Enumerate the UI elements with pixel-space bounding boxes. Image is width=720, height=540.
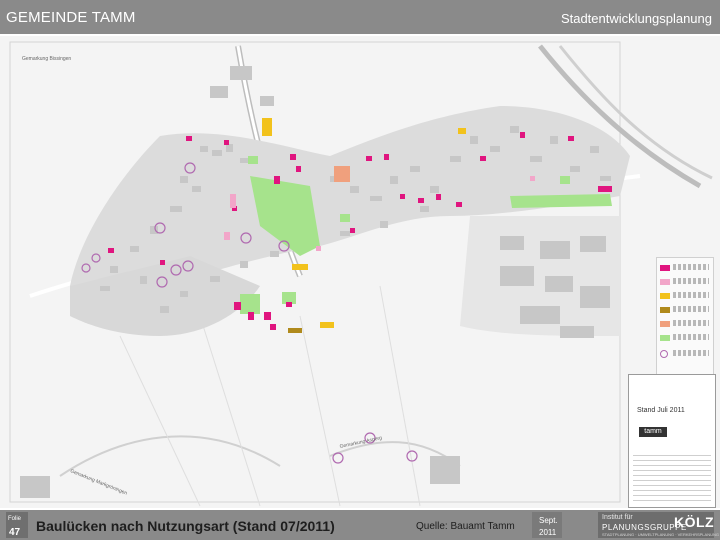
place-label-bissingen: Gemarkung Bissingen <box>22 56 71 62</box>
legend-item <box>660 350 712 360</box>
legend-swatch <box>660 335 670 341</box>
plan-title-block: Stand Juli 2011 tamm <box>628 374 716 508</box>
legend-swatch <box>660 321 670 327</box>
date-year: 2011 <box>539 528 557 537</box>
legend-item <box>660 292 712 302</box>
legend-item <box>660 334 712 344</box>
plan-date: Stand Juli 2011 <box>637 407 685 414</box>
legend-swatch <box>660 265 670 271</box>
planner-logo-line1: Institut für <box>602 514 633 521</box>
source-note: Quelle: Bauamt Tamm <box>416 521 515 532</box>
slide-number-label: Folie <box>8 516 22 522</box>
infill-industrial <box>288 328 302 333</box>
map-drawing: Gemarkung Bissingen Gemarkung Asperg Gem… <box>0 36 720 508</box>
legend-item <box>660 306 712 316</box>
date-month: Sept. <box>539 516 558 525</box>
department-title: Stadtentwicklungsplanung <box>560 11 712 26</box>
legend-item <box>660 278 712 288</box>
slide-title: Baulücken nach Nutzungsart (Stand 07/201… <box>36 518 335 534</box>
legend-item <box>660 264 712 274</box>
planner-logo-line3: STADTPLANUNG · UMWELTPLANUNG · VERKEHRSP… <box>602 532 719 537</box>
legend-swatch <box>660 307 670 313</box>
header-bar: GEMEINDE TAMM Stadtentwicklungsplanung <box>0 0 720 34</box>
org-title: GEMEINDE TAMM <box>6 9 136 26</box>
title-block-table <box>633 451 711 501</box>
slide-number: 47 <box>9 527 21 538</box>
legend-swatch <box>660 279 670 285</box>
legend-swatch <box>660 350 668 358</box>
tamm-logo: tamm <box>639 427 667 437</box>
legend-item <box>660 320 712 330</box>
map-image: Gemarkung Bissingen Gemarkung Asperg Gem… <box>0 36 720 508</box>
infill-community <box>334 166 350 182</box>
map-legend <box>656 257 714 377</box>
legend-swatch <box>660 293 670 299</box>
planner-logo-kolz: KÖLZ <box>674 514 715 530</box>
